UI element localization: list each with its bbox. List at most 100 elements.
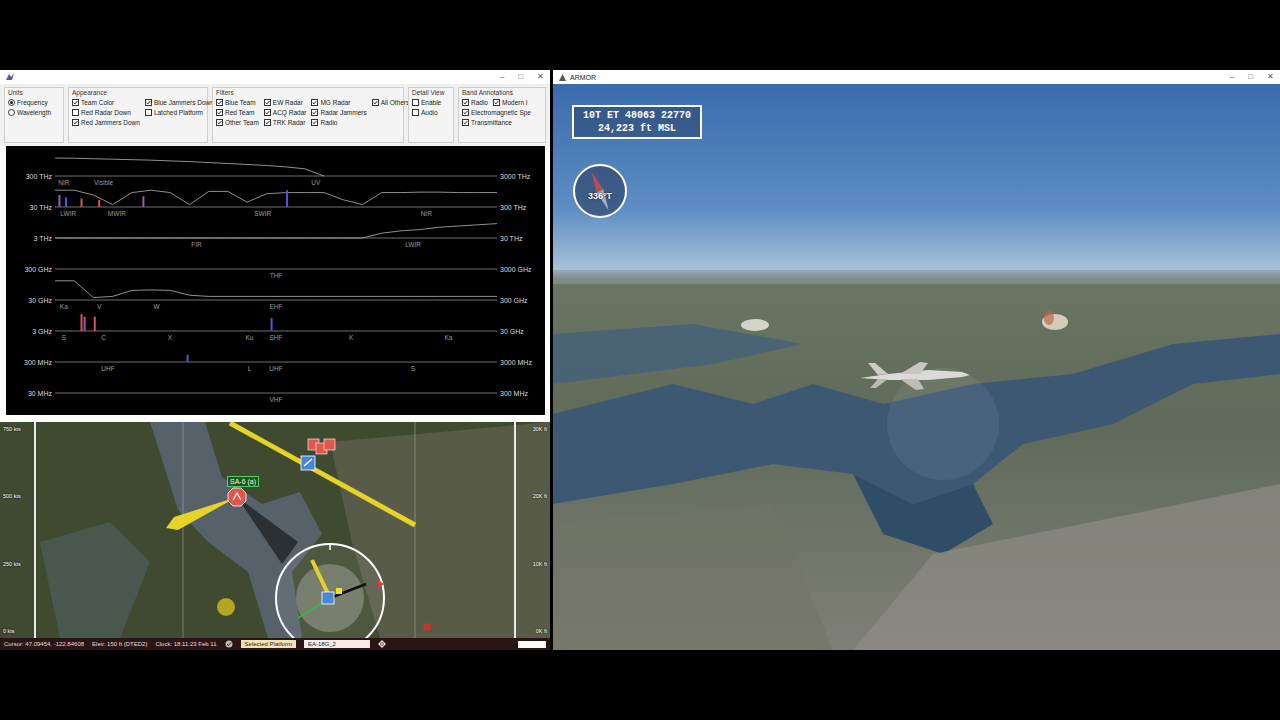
signal-bar[interactable] — [98, 200, 100, 207]
checkbox-option[interactable]: Red Radar Down — [72, 108, 140, 116]
checkbox[interactable] — [264, 109, 271, 116]
band-label: FIR — [191, 241, 202, 248]
checkbox[interactable] — [372, 99, 379, 106]
checkbox[interactable] — [264, 119, 271, 126]
signal-bar[interactable] — [271, 318, 273, 331]
band-label: X — [168, 334, 173, 341]
window-button[interactable]: ✕ — [537, 73, 544, 81]
checkbox[interactable] — [72, 119, 79, 126]
checkbox-option[interactable]: Electromagnetic Spe — [462, 108, 531, 116]
map-canvas[interactable]: SA-6 (a) — [36, 422, 514, 638]
checkbox-option[interactable]: EW Radar — [264, 98, 307, 106]
aircraft[interactable] — [860, 362, 970, 390]
checkbox[interactable] — [216, 119, 223, 126]
radio-option[interactable]: Frequency — [8, 98, 51, 106]
band-label: UHF — [269, 365, 282, 372]
friendly-marker[interactable] — [301, 456, 315, 470]
checkbox[interactable] — [412, 99, 419, 106]
checkbox-option[interactable]: Enable — [412, 98, 441, 106]
title-bar[interactable]: ARMOR–□✕ — [553, 70, 1280, 84]
checkbox[interactable] — [493, 99, 500, 106]
checkbox[interactable] — [72, 109, 79, 116]
band-label: SWIR — [254, 210, 271, 217]
signal-bar[interactable] — [142, 196, 144, 207]
band-label: L — [248, 365, 252, 372]
checkbox-option[interactable]: TRK Radar — [264, 118, 307, 126]
radar-beam — [230, 423, 415, 525]
signal-bar[interactable] — [58, 195, 60, 207]
window-button[interactable]: – — [500, 73, 504, 81]
band-label: S — [411, 365, 416, 372]
selected-platform[interactable]: EA-18G_2 — [304, 640, 370, 648]
signal-bar[interactable] — [84, 317, 86, 331]
option-label: Modern I — [502, 99, 528, 106]
threat-marker[interactable] — [228, 488, 246, 506]
signal-bar[interactable] — [65, 197, 67, 207]
checkbox[interactable] — [311, 99, 318, 106]
radio-option[interactable]: Wavelength — [8, 108, 51, 116]
signal-bar[interactable] — [81, 314, 83, 331]
status-field[interactable] — [518, 641, 546, 648]
checkbox-option[interactable]: Other Team — [216, 118, 259, 126]
crosshair-icon[interactable] — [378, 640, 386, 648]
window-button[interactable]: – — [1230, 73, 1234, 81]
checkbox-option[interactable]: Blue Team — [216, 98, 259, 106]
checkbox-option[interactable]: Radar Jammers — [311, 108, 366, 116]
signal-bar[interactable] — [286, 190, 288, 207]
window-button[interactable]: □ — [1248, 73, 1253, 81]
scale-label: 0K ft — [536, 628, 547, 634]
3d-view[interactable]: 10T ET 48063 2277024,223 ft MSL336°T — [553, 84, 1280, 650]
checkbox[interactable] — [216, 99, 223, 106]
transmittance-line — [55, 190, 497, 204]
option-label: Radar Jammers — [320, 109, 366, 116]
band-label: THF — [270, 272, 283, 279]
checkbox[interactable] — [311, 109, 318, 116]
checkbox-option[interactable]: Red Team — [216, 108, 259, 116]
checkbox-option[interactable]: Radio — [462, 98, 488, 106]
checkbox-option[interactable]: Blue Jammers Down — [145, 98, 214, 106]
row-right-label: 30 THz — [500, 235, 523, 242]
check-icon — [217, 100, 222, 105]
checkbox[interactable] — [462, 109, 469, 116]
checkbox-option[interactable]: ACQ Radar — [264, 108, 307, 116]
checkbox-option[interactable]: Team Color — [72, 98, 140, 106]
window-button[interactable]: □ — [518, 73, 523, 81]
checkbox[interactable] — [462, 99, 469, 106]
window-button[interactable]: ✕ — [1267, 73, 1274, 81]
checkbox-option[interactable]: All Others — [372, 98, 410, 106]
checkbox-option[interactable]: Latched Platform — [145, 108, 214, 116]
checkbox[interactable] — [412, 109, 419, 116]
checkbox[interactable] — [216, 109, 223, 116]
signal-bar[interactable] — [81, 199, 83, 207]
checkbox-option[interactable]: Modern I — [493, 98, 528, 106]
ownship-compass[interactable] — [276, 544, 384, 638]
check-icon[interactable] — [225, 640, 233, 648]
spectrum-row: 30 THz300 THzLWIRMWIRSWIRNIR — [30, 190, 527, 217]
checkbox[interactable] — [311, 119, 318, 126]
checkbox-option[interactable]: Radio — [311, 118, 366, 126]
tactical-map[interactable]: 750 kts500 kts250 kts0 ktsSA-6 (a)30K ft… — [0, 422, 550, 638]
checkbox[interactable] — [264, 99, 271, 106]
checkbox[interactable] — [462, 119, 469, 126]
title-bar[interactable]: – □ ✕ — [0, 70, 550, 84]
threat-dot-marker[interactable] — [423, 623, 431, 631]
signal-bar[interactable] — [187, 355, 189, 362]
checkbox[interactable] — [72, 99, 79, 106]
row-left-label: 30 THz — [30, 204, 53, 211]
waypoint-marker[interactable] — [217, 598, 235, 616]
option-label: Red Team — [225, 109, 255, 116]
threat-label: SA-6 (a) — [227, 476, 259, 487]
signal-bar[interactable] — [94, 317, 96, 331]
threat-group-marker[interactable] — [308, 439, 335, 454]
check-icon — [494, 100, 499, 105]
checkbox[interactable] — [145, 109, 152, 116]
checkbox-option[interactable]: Audio — [412, 108, 441, 116]
band-label: SHF — [270, 334, 283, 341]
spectrum-chart: 300 THz3000 THzNIRVisibleUV30 THz300 THz… — [6, 146, 545, 415]
checkbox-option[interactable]: Red Jammers Down — [72, 118, 140, 126]
checkbox[interactable] — [145, 99, 152, 106]
checkbox-option[interactable]: Transmittance — [462, 118, 512, 126]
radio-button[interactable] — [8, 99, 15, 106]
radio-button[interactable] — [8, 109, 15, 116]
checkbox-option[interactable]: MG Radar — [311, 98, 366, 106]
